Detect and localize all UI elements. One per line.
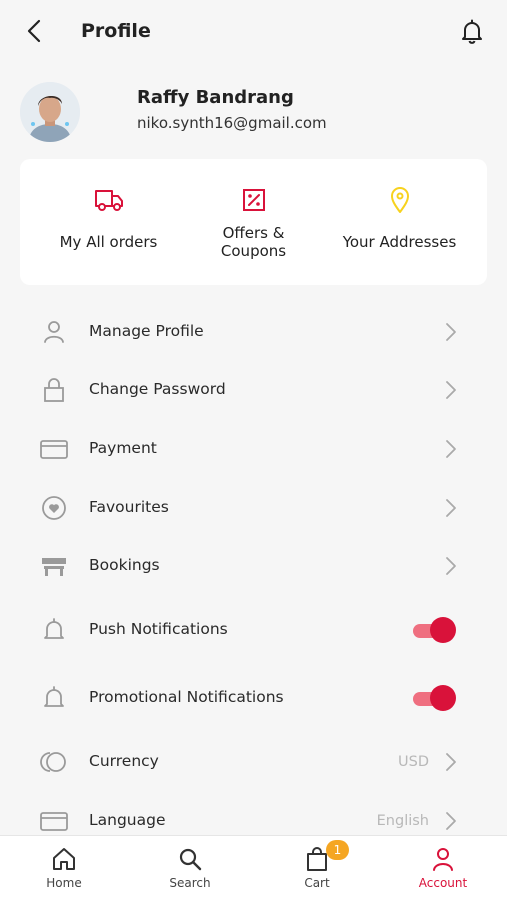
heart-icon	[42, 496, 66, 520]
bell-icon	[44, 686, 64, 707]
menu-item-bookings[interactable]: Bookings	[0, 537, 507, 595]
offers-coupons-button[interactable]: Offers & Coupons	[176, 159, 331, 285]
nav-home[interactable]: Home	[1, 836, 127, 900]
chevron-right-icon	[446, 381, 456, 399]
user-name: Raffy Bandrang	[137, 87, 294, 108]
chevron-right-icon	[446, 323, 456, 341]
nav-cart[interactable]: 1 Cart	[254, 836, 380, 900]
toggle-knob	[430, 617, 456, 643]
user-icon	[433, 848, 453, 871]
currency-value: USD	[398, 754, 429, 770]
offers-label-line1: Offers &	[222, 224, 285, 242]
chevron-left-icon[interactable]	[22, 18, 48, 44]
toggle-knob	[430, 685, 456, 711]
promotional-notifications-toggle[interactable]	[413, 685, 457, 711]
menu-item-push-notifications: Push Notifications	[0, 601, 507, 659]
quick-actions-card: My All orders Offers & Coupons Your Addr…	[20, 159, 487, 285]
language-value: English	[376, 813, 429, 829]
menu-item-promotional-notifications: Promotional Notifications	[0, 669, 507, 727]
chevron-right-icon	[446, 812, 456, 830]
lock-icon	[44, 378, 64, 402]
your-addresses-label: Your Addresses	[342, 233, 457, 251]
menu-item-change-password[interactable]: Change Password	[0, 361, 507, 419]
location-pin-icon	[390, 187, 409, 213]
nav-label: Cart	[304, 876, 330, 890]
app-header: Profile	[0, 0, 507, 64]
avatar-image	[20, 82, 80, 142]
chevron-right-icon	[446, 753, 456, 771]
profile-summary: Raffy Bandrang niko.synth16@gmail.com	[0, 78, 507, 148]
menu-label: Currency	[89, 752, 159, 770]
menu-item-payment[interactable]: Payment	[0, 420, 507, 478]
menu-label: Change Password	[89, 380, 226, 398]
my-orders-button[interactable]: My All orders	[31, 159, 186, 285]
coins-icon	[40, 752, 66, 772]
menu-item-currency[interactable]: Currency USD	[0, 733, 507, 791]
menu-item-manage-profile[interactable]: Manage Profile	[0, 303, 507, 361]
card-icon	[40, 812, 68, 831]
nav-label: Search	[169, 876, 211, 890]
bell-icon[interactable]	[459, 18, 485, 44]
nav-label: Account	[418, 876, 468, 890]
cart-badge: 1	[326, 840, 349, 860]
chevron-right-icon	[446, 557, 456, 575]
menu-label: Payment	[89, 439, 157, 457]
menu-label: Favourites	[89, 498, 169, 516]
nav-account[interactable]: Account	[380, 836, 506, 900]
nav-label: Home	[46, 876, 82, 890]
page-title: Profile	[81, 20, 151, 42]
my-orders-label: My All orders	[59, 233, 158, 251]
user-icon	[44, 321, 64, 343]
card-icon	[40, 440, 68, 459]
bench-icon	[42, 558, 66, 576]
nav-search[interactable]: Search	[127, 836, 253, 900]
percent-icon	[242, 189, 265, 211]
menu-label: Push Notifications	[89, 620, 228, 638]
offers-label-line2: Coupons	[220, 242, 287, 260]
bottom-nav: Home Search 1 Cart Account	[0, 835, 507, 900]
truck-icon	[94, 190, 123, 211]
search-icon	[179, 848, 202, 871]
avatar[interactable]	[20, 82, 80, 142]
menu-label: Manage Profile	[89, 322, 204, 340]
menu-label: Promotional Notifications	[89, 688, 284, 706]
menu-label: Language	[89, 811, 166, 829]
bell-icon	[44, 618, 64, 639]
chevron-right-icon	[446, 440, 456, 458]
menu-item-favourites[interactable]: Favourites	[0, 479, 507, 537]
user-email: niko.synth16@gmail.com	[137, 114, 327, 132]
chevron-right-icon	[446, 499, 456, 517]
menu-label: Bookings	[89, 556, 160, 574]
push-notifications-toggle[interactable]	[413, 617, 457, 643]
your-addresses-button[interactable]: Your Addresses	[322, 159, 477, 285]
home-icon	[53, 848, 75, 870]
